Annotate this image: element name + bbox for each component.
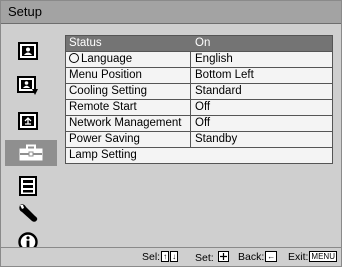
divider [190,100,191,115]
up-arrow-icon: ↑ [161,251,170,262]
menu-row-menu-position[interactable]: Menu Position Bottom Left [65,67,333,84]
row-value: Off [195,101,211,113]
osd-screen: Setup Status On Language English Menu Po… [0,0,342,267]
title-bar: Setup [1,1,341,24]
row-value: Off [195,117,211,129]
row-value: Bottom Left [195,69,254,81]
footer-exit-hint: Exit: MENU [288,251,337,263]
picture-icon[interactable] [9,39,47,63]
menu-row-network-management[interactable]: Network Management Off [65,115,333,132]
footer-set-hint: Set: [195,251,229,264]
divider [190,52,191,67]
setup-menu-list: Status On Language English Menu Position… [65,35,333,165]
menu-row-status[interactable]: Status On [65,35,333,52]
footer-back-hint: Back: ← [238,251,278,263]
menu-key-icon: MENU [309,251,337,262]
footer-help-bar: Sel: ↑ ↓ Set: Back: ← Exit: MENU [1,247,341,266]
menu-row-cooling-setting[interactable]: Cooling Setting Standard [65,83,333,100]
menu-setting-icon[interactable] [9,174,47,198]
row-label: Status [69,37,102,49]
row-label: Cooling Setting [69,85,147,97]
divider [190,116,191,131]
row-label: Power Saving [69,133,140,145]
row-label: Language [81,53,133,65]
wrench-icon[interactable] [9,201,47,225]
globe-icon [69,53,79,63]
screen-icon[interactable] [9,109,47,133]
menu-row-language[interactable]: Language English [65,51,333,68]
divider [190,68,191,83]
menu-row-lamp-setting[interactable]: Lamp Setting [65,147,333,164]
picture-advanced-icon[interactable] [9,74,47,98]
footer-set-label: Set: [195,252,214,264]
setup-icon[interactable] [5,140,57,166]
row-label: Lamp Setting [69,149,137,161]
row-label: Menu Position [69,69,142,81]
row-value: English [195,53,233,65]
osd-window: Setup Status On Language English Menu Po… [0,0,342,267]
row-label: Remote Start [69,101,137,113]
row-value: Standby [195,133,238,145]
footer-back-label: Back: [238,251,265,263]
down-arrow-icon: ↓ [170,251,179,262]
left-arrow-icon: ← [265,251,278,262]
menu-row-remote-start[interactable]: Remote Start Off [65,99,333,116]
row-value: Standard [195,85,242,97]
divider [190,84,191,99]
row-label: Network Management [69,117,182,129]
row-value: On [195,37,211,49]
footer-sel-label: Sel: [142,251,161,263]
footer-exit-label: Exit: [288,251,309,263]
menu-row-power-saving[interactable]: Power Saving Standby [65,131,333,148]
category-sidebar [1,24,59,252]
divider [190,132,191,147]
enter-button-icon [217,251,229,262]
footer-select-hint: Sel: ↑ ↓ [142,251,179,263]
menu-title: Setup [8,4,42,19]
